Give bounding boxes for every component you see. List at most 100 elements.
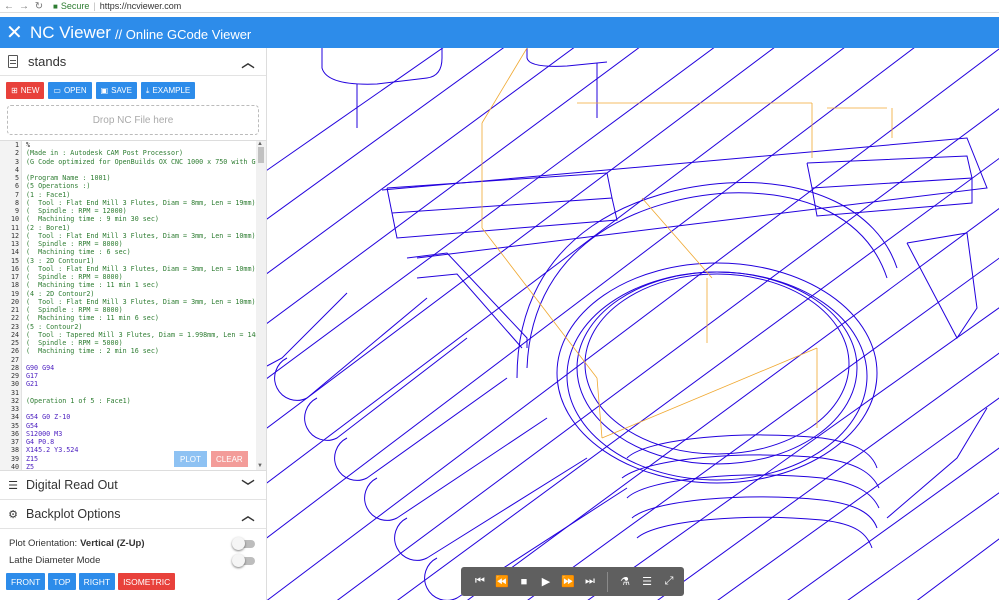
save-button-label: SAVE xyxy=(111,86,132,95)
file-dropzone[interactable]: Drop NC File here xyxy=(7,105,259,135)
code-line: 10 ( Machining time : 9 min 30 sec) xyxy=(0,215,256,223)
line-number: 32 xyxy=(10,396,19,405)
line-number: 33 xyxy=(10,405,19,413)
line-number: 1 xyxy=(14,141,19,149)
line-number: 16 xyxy=(10,264,19,273)
chevron-down-icon[interactable]: ﹀ xyxy=(238,476,258,495)
code-text: (3 : 2D Contour1) xyxy=(26,256,95,265)
save-button[interactable]: ▣ SAVE xyxy=(95,82,137,99)
lathe-label: Lathe Diameter Mode xyxy=(9,555,101,566)
code-text: (Made in : Autodesk CAM Post Processor) xyxy=(26,149,184,158)
right-view-button[interactable]: RIGHT xyxy=(78,573,116,590)
toolpath-viewport[interactable] xyxy=(267,48,999,600)
flask-icon[interactable]: ⚗ xyxy=(614,575,636,588)
line-number: 7 xyxy=(14,190,19,199)
code-text: ( Spindle : RPM = 8000) xyxy=(26,240,123,248)
skip-to-start-icon[interactable]: ⏮ xyxy=(469,575,491,588)
line-number: 19 xyxy=(10,289,19,298)
new-file-icon: ⊞ xyxy=(11,86,18,95)
skip-to-end-icon[interactable]: ⏭ xyxy=(579,575,601,588)
backplot-title: Backplot Options xyxy=(26,507,121,521)
code-line: 32 (Operation 1 of 5 : Face1) xyxy=(0,397,256,405)
back-icon[interactable]: ← xyxy=(3,1,15,12)
line-number: 35 xyxy=(10,421,19,430)
app-title: NC Viewer xyxy=(30,22,111,42)
code-text: (Program Name : 1001) xyxy=(26,174,111,182)
isometric-view-button[interactable]: ISOMETRIC xyxy=(118,573,176,590)
editor-scrollbar[interactable]: ▲ ▼ xyxy=(256,141,266,470)
top-view-button[interactable]: TOP xyxy=(48,573,76,590)
line-number: 30 xyxy=(10,380,19,389)
reload-icon[interactable]: ↻ xyxy=(33,1,45,12)
front-view-button[interactable]: FRONT xyxy=(6,573,46,590)
code-text: (5 Operations :) xyxy=(26,182,91,191)
stop-icon[interactable]: ■ xyxy=(513,576,535,588)
sliders-icon[interactable]: ☰ xyxy=(636,575,658,588)
fullscreen-icon[interactable]: ⤢ xyxy=(658,575,680,588)
code-lines: 1% 2 (Made in : Autodesk CAM Post Processo… xyxy=(0,141,256,471)
code-line: 5 (Program Name : 1001) xyxy=(0,174,256,182)
line-number: 38 xyxy=(10,446,19,455)
folder-icon: ▭ xyxy=(53,86,61,95)
code-text: (2 : Bore1) xyxy=(26,223,71,232)
code-line: 2 (Made in : Autodesk CAM Post Processor) xyxy=(0,149,256,157)
orientation-value: Vertical (Z-Up) xyxy=(80,538,145,549)
code-line: 13 ( Spindle : RPM = 8000) xyxy=(0,240,256,248)
forward-icon[interactable]: → xyxy=(18,1,30,12)
code-text: ( Spindle : RPM = 8000) xyxy=(26,306,123,314)
close-icon[interactable]: ✕ xyxy=(6,23,24,43)
line-number: 25 xyxy=(10,339,19,347)
code-text: G21 xyxy=(26,380,39,389)
lock-icon: ■ xyxy=(53,1,58,11)
control-divider xyxy=(607,571,608,592)
scroll-down-icon[interactable]: ▼ xyxy=(257,463,263,469)
line-number: 8 xyxy=(14,198,19,207)
code-line: 28 G90 G94 xyxy=(0,364,256,372)
scrollbar-thumb[interactable] xyxy=(258,147,264,163)
code-text: ( Machining time : 2 min 16 sec) xyxy=(26,347,159,356)
code-text: Z5 xyxy=(26,462,35,471)
code-line: 22 ( Machining time : 11 min 6 sec) xyxy=(0,314,256,322)
download-icon: ⤓ xyxy=(145,85,150,95)
dro-title: Digital Read Out xyxy=(26,478,118,492)
line-number: 21 xyxy=(10,306,19,314)
file-panel-header[interactable]: stands ︿ xyxy=(0,48,266,76)
code-editor[interactable]: 1% 2 (Made in : Autodesk CAM Post Processo… xyxy=(0,140,266,471)
code-text: ( Spindle : RPM = 12000) xyxy=(26,207,127,215)
url-text[interactable]: https://ncviewer.com xyxy=(100,1,182,11)
line-number: 14 xyxy=(10,248,19,257)
code-line: 29 G17 xyxy=(0,372,256,380)
code-line: 20 ( Tool : Flat End Mill 3 Flutes, Diam … xyxy=(0,298,256,306)
browser-address-bar: ← → ↻ ■ Secure | https://ncviewer.com xyxy=(0,0,999,13)
chevron-up-icon[interactable]: ︿ xyxy=(238,505,258,524)
chevron-up-icon[interactable]: ︿ xyxy=(238,52,258,71)
code-text: (G Code optimized for OpenBuilds OX CNC … xyxy=(26,157,256,166)
plot-button[interactable]: PLOT xyxy=(174,451,207,467)
line-number: 9 xyxy=(14,207,19,215)
line-number: 12 xyxy=(10,231,19,240)
code-line: 4 xyxy=(0,166,256,174)
floppy-icon: ▣ xyxy=(100,86,109,95)
code-text: ( Tool : Flat End Mill 3 Flutes, Diam = … xyxy=(26,264,256,273)
play-icon[interactable]: ▶ xyxy=(535,575,557,588)
dro-section-header[interactable]: ☰ Digital Read Out ﹀ xyxy=(0,471,266,500)
lathe-toggle[interactable] xyxy=(232,553,255,567)
example-button[interactable]: ⤓ EXAMPLE xyxy=(140,82,196,99)
app-header: ✕ NC Viewer // Online GCode Viewer xyxy=(0,17,999,48)
clear-button[interactable]: CLEAR xyxy=(211,451,248,467)
code-line: 36 S12000 M3 xyxy=(0,430,256,438)
orientation-label: Plot Orientation: xyxy=(9,538,78,549)
code-text: % xyxy=(26,141,31,149)
code-line: 26 ( Machining time : 2 min 16 sec) xyxy=(0,347,256,355)
open-button[interactable]: ▭ OPEN xyxy=(48,82,92,99)
step-forward-icon[interactable]: ⏩ xyxy=(557,575,579,588)
backplot-section-header[interactable]: ⚙ Backplot Options ︿ xyxy=(0,500,266,529)
line-number: 37 xyxy=(10,438,19,446)
line-number: 26 xyxy=(10,347,19,356)
orientation-toggle[interactable] xyxy=(232,536,255,550)
code-text: Z15 xyxy=(26,454,39,463)
new-button[interactable]: ⊞ NEW xyxy=(6,82,45,99)
step-back-icon[interactable]: ⏪ xyxy=(491,575,513,588)
code-line: 15 (3 : 2D Contour1) xyxy=(0,257,256,265)
